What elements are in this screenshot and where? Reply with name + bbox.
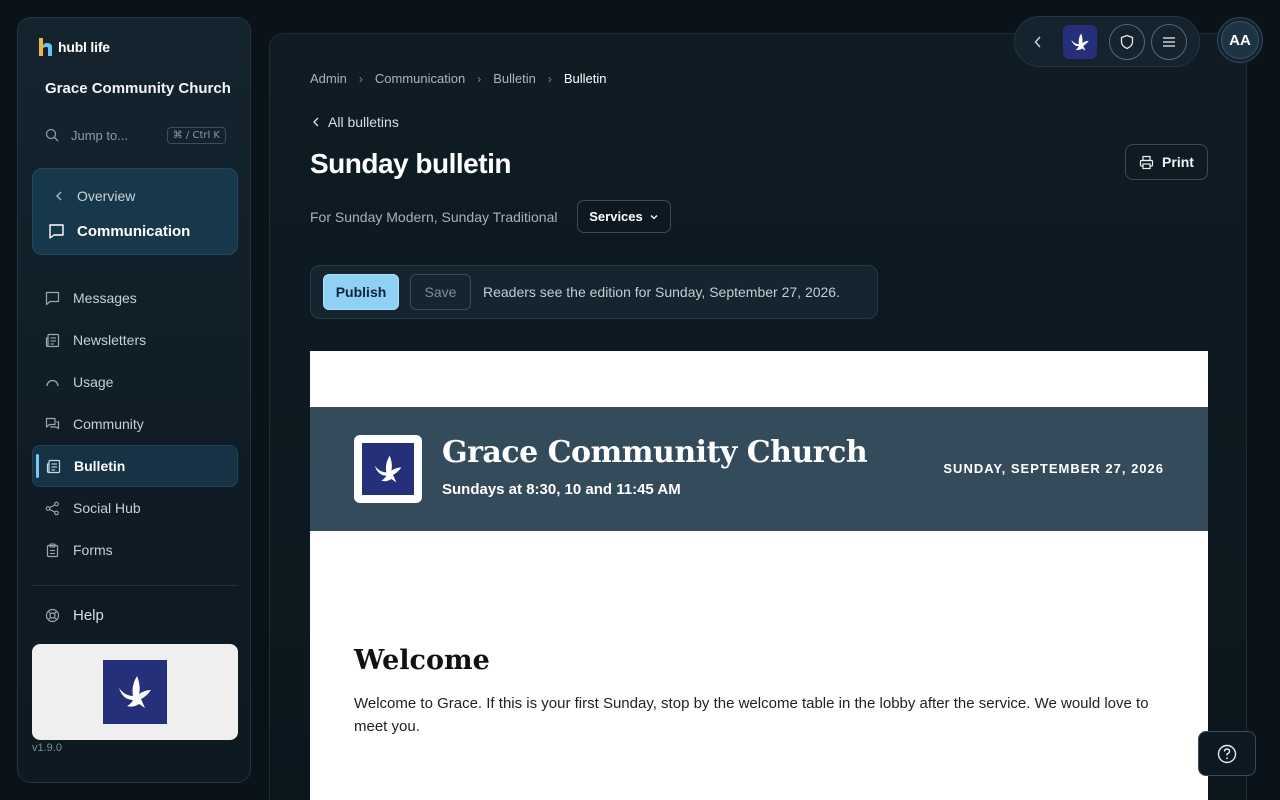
- page-subtitle: For Sunday Modern, Sunday Traditional: [310, 209, 558, 225]
- app-version: v1.9.0: [32, 742, 62, 754]
- jump-to-search[interactable]: Jump to... ⌘ / Ctrl K: [45, 124, 226, 146]
- help-label: Help: [73, 607, 104, 624]
- bulletin-preview: Grace Community Church Sundays at 8:30, …: [310, 351, 1208, 800]
- collapse-button[interactable]: [1027, 31, 1049, 53]
- breadcrumb-current: Bulletin: [563, 71, 607, 86]
- share-icon: [45, 501, 59, 515]
- sidebar-item-newsletters[interactable]: Newsletters: [32, 319, 238, 361]
- printer-icon: [1139, 155, 1154, 169]
- sidebar-item-messages[interactable]: Messages: [32, 277, 238, 319]
- edition-note: Readers see the edition for Sunday, Sept…: [483, 284, 840, 300]
- chevron-left-icon: [1034, 36, 1041, 48]
- sidebar-item-forms[interactable]: Forms: [32, 529, 238, 571]
- message-icon: [45, 291, 60, 305]
- section-title-communication: Communication: [48, 223, 190, 240]
- overview-back-button[interactable]: Overview: [55, 188, 135, 204]
- section-title-label: Communication: [77, 223, 191, 240]
- search-icon: [45, 128, 59, 142]
- print-label: Print: [1162, 154, 1194, 170]
- bulletin-church-name: Grace Community Church: [442, 435, 868, 470]
- welcome-heading: Welcome: [354, 645, 490, 676]
- welcome-text: Welcome to Grace. If this is your first …: [354, 695, 1149, 735]
- bulletin-banner: Grace Community Church Sundays at 8:30, …: [310, 407, 1208, 531]
- lifebuoy-icon: [45, 608, 60, 623]
- message-icon: [49, 224, 64, 239]
- chevron-right-icon: ›: [477, 71, 482, 86]
- church-brand-card[interactable]: [32, 644, 238, 740]
- church-logo: [103, 660, 167, 724]
- sidebar-item-label: Messages: [73, 290, 137, 306]
- jump-label: Jump to...: [71, 127, 129, 143]
- sidebar-item-label: Community: [73, 416, 144, 432]
- all-bulletins-link[interactable]: All bulletins: [312, 114, 399, 130]
- breadcrumb-bulletin[interactable]: Bulletin: [493, 71, 536, 86]
- sidebar-item-community[interactable]: Community: [32, 403, 238, 445]
- avatar-initials: AA: [1221, 21, 1259, 59]
- sidebar-item-label: Newsletters: [73, 332, 147, 348]
- chevron-down-icon: [650, 214, 658, 219]
- sidebar-item-label: Bulletin: [74, 458, 126, 474]
- all-bulletins-label: All bulletins: [328, 114, 399, 130]
- chevron-right-icon: ›: [547, 71, 552, 86]
- chevron-right-icon: ›: [358, 71, 363, 86]
- shield-button[interactable]: [1109, 24, 1145, 60]
- chat-bubbles-icon: [45, 417, 60, 429]
- clipboard-icon: [46, 542, 59, 557]
- menu-icon: [1163, 37, 1175, 47]
- newspaper-icon: [45, 333, 60, 347]
- sidebar-nav: Messages Newsletters Usage Community Bul…: [32, 277, 238, 571]
- sidebar-item-help[interactable]: Help: [45, 607, 104, 624]
- page-title: Sunday bulletin: [310, 148, 511, 179]
- church-switcher-button[interactable]: [1063, 25, 1097, 59]
- chevron-left-icon: [313, 117, 319, 127]
- breadcrumb-admin[interactable]: Admin: [310, 71, 347, 86]
- sidebar-item-usage[interactable]: Usage: [32, 361, 238, 403]
- bulletin-logo: [354, 435, 422, 503]
- sidebar-divider: [32, 585, 238, 586]
- hubl-logo-icon: [39, 38, 53, 56]
- user-avatar[interactable]: AA: [1217, 17, 1263, 63]
- app-logo[interactable]: hubl life: [39, 38, 110, 56]
- services-label: Services: [589, 209, 643, 224]
- sidebar: hubl life Grace Community Church Jump to…: [17, 17, 251, 783]
- section-card: Overview Communication: [32, 168, 238, 255]
- top-controls: [1014, 16, 1200, 67]
- org-name[interactable]: Grace Community Church: [45, 80, 231, 97]
- newspaper-icon: [46, 459, 61, 473]
- menu-button[interactable]: [1151, 24, 1187, 60]
- dove-icon: [374, 455, 402, 483]
- sidebar-item-label: Forms: [73, 542, 113, 558]
- services-dropdown[interactable]: Services: [577, 200, 671, 233]
- publish-button[interactable]: Publish: [323, 274, 399, 310]
- app-logo-text: hubl life: [58, 39, 110, 55]
- sidebar-item-label: Social Hub: [73, 500, 141, 516]
- breadcrumb-communication[interactable]: Communication: [375, 71, 465, 86]
- sidebar-item-bulletin[interactable]: Bulletin: [32, 445, 238, 487]
- overview-label: Overview: [77, 188, 136, 204]
- print-button[interactable]: Print: [1125, 144, 1208, 180]
- dove-icon: [119, 676, 151, 708]
- shield-icon: [1120, 34, 1134, 50]
- help-button[interactable]: [1198, 731, 1256, 776]
- gauge-icon: [46, 379, 59, 386]
- publish-action-bar: Publish Save Readers see the edition for…: [310, 265, 878, 319]
- breadcrumb: Admin › Communication › Bulletin › Bulle…: [310, 71, 606, 86]
- sidebar-item-label: Usage: [73, 374, 114, 390]
- question-icon: [1217, 744, 1237, 763]
- bulletin-date: SUNDAY, SEPTEMBER 27, 2026: [943, 461, 1164, 476]
- chevron-left-icon: [56, 191, 62, 201]
- main-panel: Admin › Communication › Bulletin › Bulle…: [269, 33, 1247, 800]
- bulletin-service-times: Sundays at 8:30, 10 and 11:45 AM: [442, 481, 681, 498]
- sidebar-item-social-hub[interactable]: Social Hub: [32, 487, 238, 529]
- save-button[interactable]: Save: [410, 274, 471, 310]
- dove-icon: [1071, 33, 1089, 51]
- shortcut-badge: ⌘ / Ctrl K: [166, 126, 226, 144]
